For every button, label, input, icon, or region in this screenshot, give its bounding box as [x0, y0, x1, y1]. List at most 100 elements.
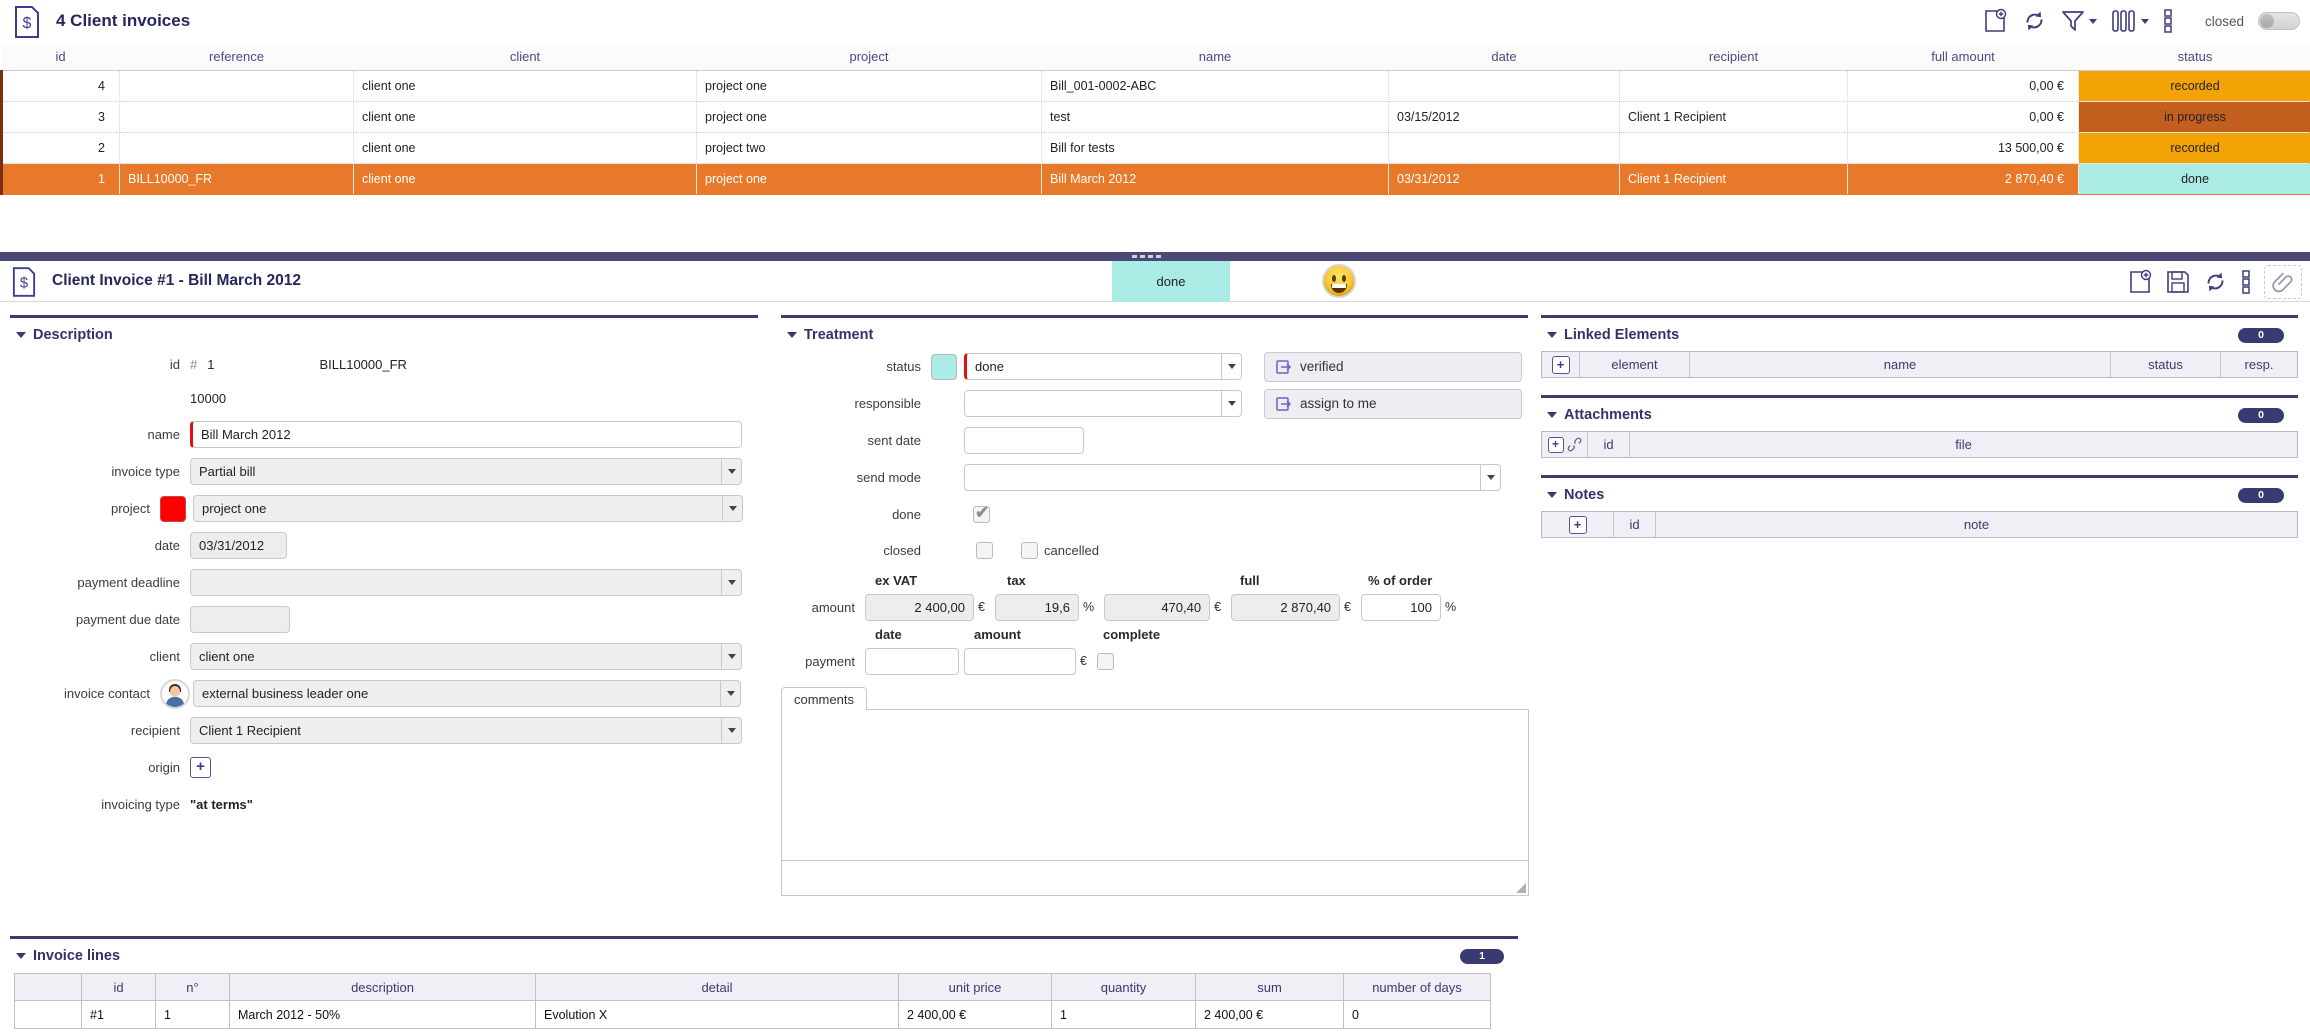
- collapse-icon: [16, 953, 26, 959]
- send-mode-select[interactable]: [964, 464, 1501, 491]
- verified-button[interactable]: verified: [1264, 352, 1522, 382]
- col-header-recipient[interactable]: recipient: [1620, 44, 1848, 70]
- done-checkbox[interactable]: [973, 506, 990, 523]
- detail-header: $ Client Invoice #1 - Bill March 2012 do…: [0, 261, 2310, 302]
- linked-elements-section: Linked Elements 0 + element name status …: [1541, 315, 2298, 378]
- pct-of-order-input[interactable]: [1361, 594, 1441, 621]
- invoice-lines-title[interactable]: Invoice lines 1: [10, 939, 1518, 969]
- detail-status-badge: done: [1112, 261, 1230, 302]
- col-header-client[interactable]: client: [354, 44, 697, 70]
- columns-menu[interactable]: [2111, 9, 2149, 33]
- chevron-down-icon[interactable]: [1221, 391, 1241, 416]
- treatment-section-title[interactable]: Treatment: [781, 318, 1528, 348]
- chevron-down-icon[interactable]: [722, 496, 742, 521]
- more-options-icon[interactable]: [2241, 269, 2251, 295]
- closed-checkbox[interactable]: [976, 542, 993, 559]
- chevron-down-icon[interactable]: [721, 459, 741, 484]
- sent-date-input[interactable]: [964, 427, 1084, 454]
- columns-caret-icon[interactable]: [2141, 19, 2149, 24]
- field-code: 10000: [10, 380, 758, 416]
- field-project: project project one: [10, 490, 758, 527]
- cancelled-checkbox[interactable]: [1021, 542, 1038, 559]
- invoice-row-4[interactable]: 4 client one project one Bill_001-0002-A…: [2, 70, 2310, 101]
- description-section: Description id # 1 BILL10000_FR 10000 na…: [10, 315, 758, 823]
- svg-text:$: $: [23, 15, 32, 32]
- invoice-type-select[interactable]: Partial bill: [190, 458, 742, 485]
- contact-avatar: [160, 679, 190, 709]
- field-status: status done verified: [781, 348, 1528, 385]
- field-origin: origin +: [10, 749, 758, 786]
- col-header-full-amount[interactable]: full amount: [1848, 44, 2079, 70]
- field-payment-due-date: payment due date: [10, 601, 758, 638]
- panel-splitter[interactable]: [0, 252, 2310, 261]
- notes-section: Notes 0 + id note: [1541, 475, 2298, 538]
- lines-header-row: id n° description detail unit price quan…: [15, 974, 1491, 1001]
- comments-tab[interactable]: comments: [781, 687, 867, 710]
- status-badge: in progress: [2079, 101, 2310, 132]
- payment-amount-input[interactable]: [964, 648, 1076, 675]
- collapse-icon: [787, 332, 797, 338]
- more-options-icon[interactable]: [2163, 8, 2173, 34]
- comments-textarea[interactable]: [781, 861, 1529, 896]
- linked-elements-title[interactable]: Linked Elements 0: [1541, 318, 2298, 348]
- linked-elements-header: + element name status resp.: [1541, 351, 2298, 378]
- invoice-line-row[interactable]: #1 1 March 2012 - 50% Evolution X 2 400,…: [15, 1001, 1491, 1029]
- save-icon[interactable]: [2166, 270, 2190, 294]
- responsible-select[interactable]: [964, 390, 1242, 417]
- amount-row: amount € % € € %: [781, 592, 1528, 622]
- closed-toggle[interactable]: [2258, 12, 2300, 30]
- project-select[interactable]: project one: [193, 495, 743, 522]
- chevron-down-icon[interactable]: [721, 644, 741, 669]
- payment-complete-checkbox[interactable]: [1097, 653, 1114, 670]
- list-header-row: id reference client project name date re…: [2, 44, 2310, 70]
- add-invoice-icon[interactable]: [1984, 8, 2008, 34]
- col-header-date[interactable]: date: [1389, 44, 1620, 70]
- field-client: client client one: [10, 638, 758, 675]
- chevron-down-icon[interactable]: [720, 681, 740, 706]
- col-header-id[interactable]: id: [2, 44, 120, 70]
- chevron-down-icon[interactable]: [721, 570, 741, 595]
- tax-rate-input: [995, 594, 1079, 621]
- resize-handle-icon[interactable]: [1516, 883, 1526, 893]
- link-icon[interactable]: [1567, 437, 1582, 452]
- splitter-grip[interactable]: [1132, 255, 1161, 258]
- closed-filter-label: closed: [2205, 14, 2244, 29]
- payment-deadline-select[interactable]: [190, 569, 742, 596]
- add-note-button[interactable]: +: [1569, 516, 1587, 534]
- col-header-reference[interactable]: reference: [120, 44, 354, 70]
- status-select[interactable]: done: [964, 353, 1242, 380]
- notes-title[interactable]: Notes 0: [1541, 478, 2298, 508]
- field-payment-deadline: payment deadline: [10, 564, 758, 601]
- invoice-contact-select[interactable]: external business leader one: [193, 680, 741, 707]
- filter-menu[interactable]: [2061, 10, 2097, 32]
- payment-date-input[interactable]: [865, 648, 959, 675]
- chevron-down-icon[interactable]: [721, 718, 741, 743]
- col-header-name[interactable]: name: [1042, 44, 1389, 70]
- refresh-icon[interactable]: [2022, 9, 2047, 33]
- detail-title: Client Invoice #1 - Bill March 2012: [52, 272, 301, 290]
- assign-to-me-button[interactable]: assign to me: [1264, 389, 1522, 419]
- description-section-title[interactable]: Description: [10, 318, 758, 348]
- invoice-row-3[interactable]: 3 client one project one test 03/15/2012…: [2, 101, 2310, 132]
- name-input[interactable]: [190, 421, 742, 448]
- add-linked-element-button[interactable]: +: [1552, 356, 1570, 374]
- invoice-row-1-selected[interactable]: 1 BILL10000_FR client one project one Bi…: [2, 163, 2310, 194]
- field-responsible: responsible assign to me: [781, 385, 1528, 422]
- add-invoice-icon[interactable]: [2129, 269, 2153, 295]
- attach-file-dropzone[interactable]: [2264, 265, 2302, 299]
- add-origin-button[interactable]: +: [190, 757, 211, 778]
- invoice-row-2[interactable]: 2 client one project two Bill for tests …: [2, 132, 2310, 163]
- reference-value: BILL10000_FR: [319, 357, 406, 372]
- attachments-title[interactable]: Attachments 0: [1541, 398, 2298, 428]
- collapse-icon: [16, 332, 26, 338]
- refresh-icon[interactable]: [2203, 270, 2228, 294]
- client-select[interactable]: client one: [190, 643, 742, 670]
- col-header-status[interactable]: status: [2079, 44, 2310, 70]
- attachments-section: Attachments 0 + id file: [1541, 395, 2298, 458]
- recipient-select[interactable]: Client 1 Recipient: [190, 717, 742, 744]
- col-header-project[interactable]: project: [697, 44, 1042, 70]
- chevron-down-icon[interactable]: [1221, 354, 1241, 379]
- add-attachment-button[interactable]: +: [1548, 437, 1564, 453]
- chevron-down-icon[interactable]: [1480, 465, 1500, 490]
- filter-caret-icon[interactable]: [2089, 19, 2097, 24]
